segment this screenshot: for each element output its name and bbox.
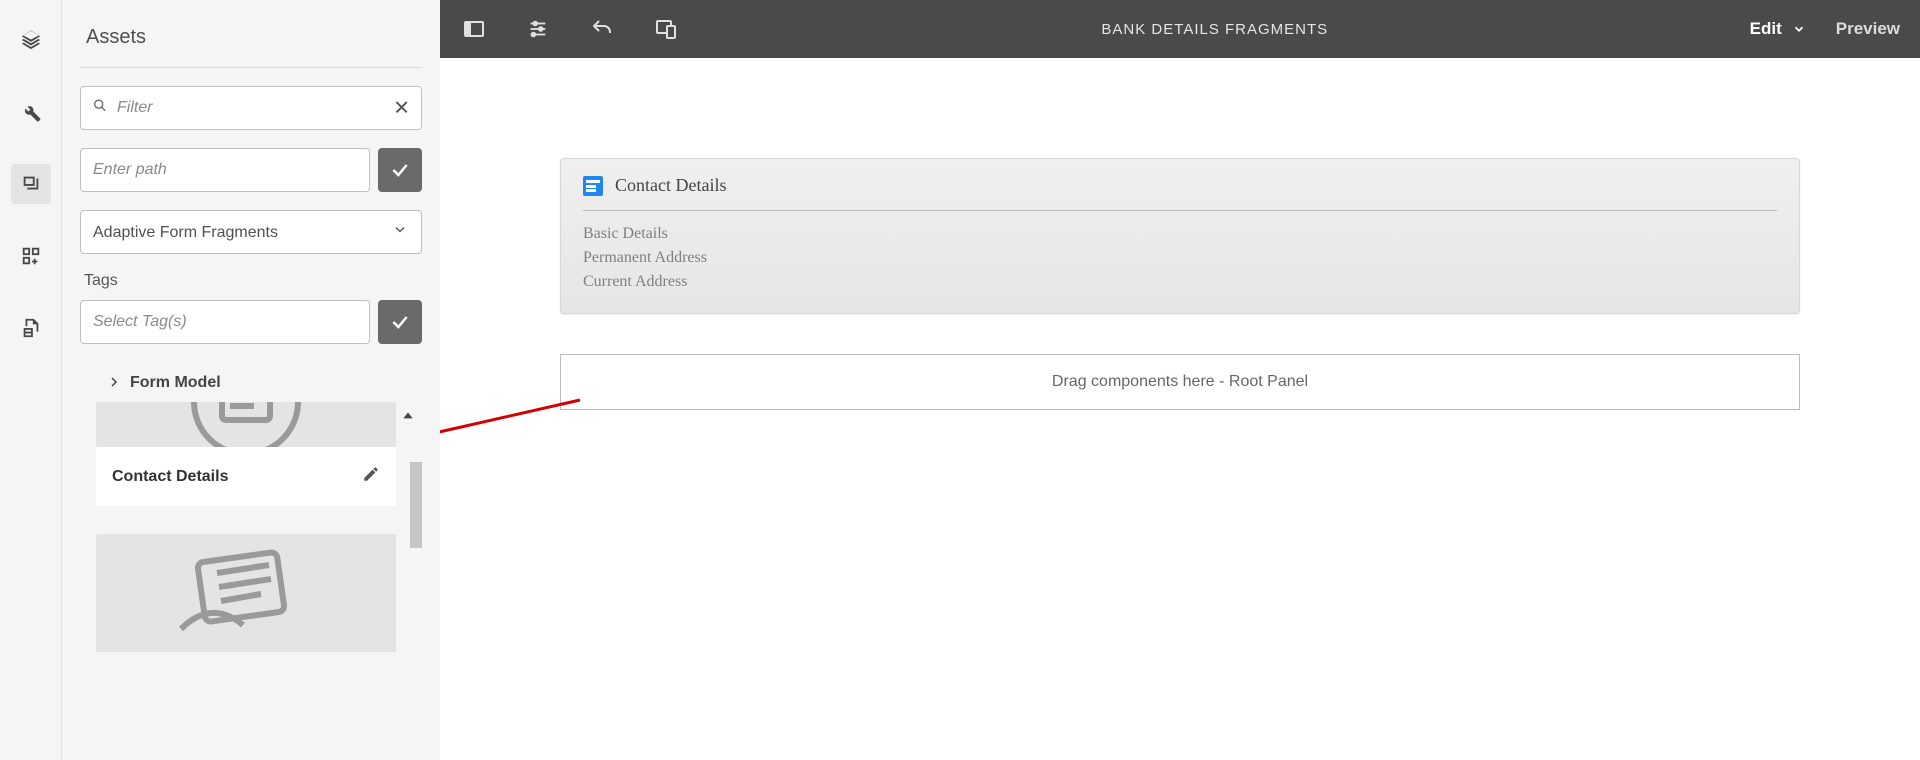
rail-wrench-icon[interactable]	[11, 92, 51, 132]
contact-divider	[583, 210, 1777, 211]
path-input[interactable]	[80, 148, 370, 192]
tab-permanent-address[interactable]: Permanent Address	[583, 249, 1777, 267]
fragment-type-select[interactable]: Adaptive Form Fragments	[80, 210, 422, 254]
tab-current-address[interactable]: Current Address	[583, 273, 1777, 291]
contact-details-title: Contact Details	[615, 175, 726, 196]
panel-icon	[583, 176, 603, 196]
assets-panel: Assets ✕ Adaptive Form Fragments Tags	[62, 0, 440, 760]
preview-button[interactable]: Preview	[1836, 19, 1900, 39]
mode-edit-label: Edit	[1750, 19, 1782, 39]
tags-label: Tags	[84, 272, 422, 290]
form-model-label: Form Model	[130, 374, 221, 392]
undo-icon[interactable]	[588, 15, 616, 43]
pencil-icon[interactable]	[362, 465, 380, 488]
chevron-right-icon	[108, 375, 120, 391]
tab-basic-details[interactable]: Basic Details	[583, 225, 1777, 243]
root-panel-dropzone[interactable]: Drag components here - Root Panel	[560, 354, 1800, 410]
side-panel-toggle-icon[interactable]	[460, 15, 488, 43]
rail-data-icon[interactable]	[11, 308, 51, 348]
editor-main: BANK DETAILS FRAGMENTS Edit Preview Cont…	[440, 0, 1920, 760]
left-rail	[0, 0, 62, 760]
editor-topbar: BANK DETAILS FRAGMENTS Edit Preview	[440, 0, 1920, 58]
chevron-down-icon	[1792, 22, 1806, 36]
contact-details-panel[interactable]: Contact Details Basic Details Permanent …	[560, 158, 1800, 314]
search-icon	[92, 98, 108, 119]
mode-edit-dropdown[interactable]: Edit	[1750, 19, 1806, 39]
rail-assets-icon[interactable]	[11, 164, 51, 204]
filter-input[interactable]	[80, 86, 422, 130]
path-confirm-button[interactable]	[378, 148, 422, 192]
sliders-icon[interactable]	[524, 15, 552, 43]
tags-input[interactable]	[80, 300, 370, 344]
clear-filter-icon[interactable]: ✕	[393, 96, 410, 121]
asset-card-thumbnail-next[interactable]	[96, 534, 396, 652]
asset-item[interactable]: Contact Details	[96, 447, 396, 506]
panel-title: Assets	[86, 26, 422, 49]
editor-canvas[interactable]: Contact Details Basic Details Permanent …	[440, 58, 1920, 760]
dropzone-text: Drag components here - Root Panel	[1052, 373, 1308, 391]
asset-item-title: Contact Details	[112, 468, 228, 486]
scroll-up-button[interactable]	[392, 402, 422, 430]
panel-divider	[80, 67, 422, 68]
asset-list: Contact Details	[96, 402, 422, 652]
asset-card-thumbnail[interactable]	[96, 402, 396, 447]
asset-list-scrollbar[interactable]	[410, 462, 422, 548]
rail-layers-icon[interactable]	[11, 20, 51, 60]
form-model-toggle[interactable]: Form Model	[108, 374, 422, 392]
tags-confirm-button[interactable]	[378, 300, 422, 344]
page-title: BANK DETAILS FRAGMENTS	[680, 21, 1750, 38]
rail-add-component-icon[interactable]	[11, 236, 51, 276]
device-emulator-icon[interactable]	[652, 15, 680, 43]
